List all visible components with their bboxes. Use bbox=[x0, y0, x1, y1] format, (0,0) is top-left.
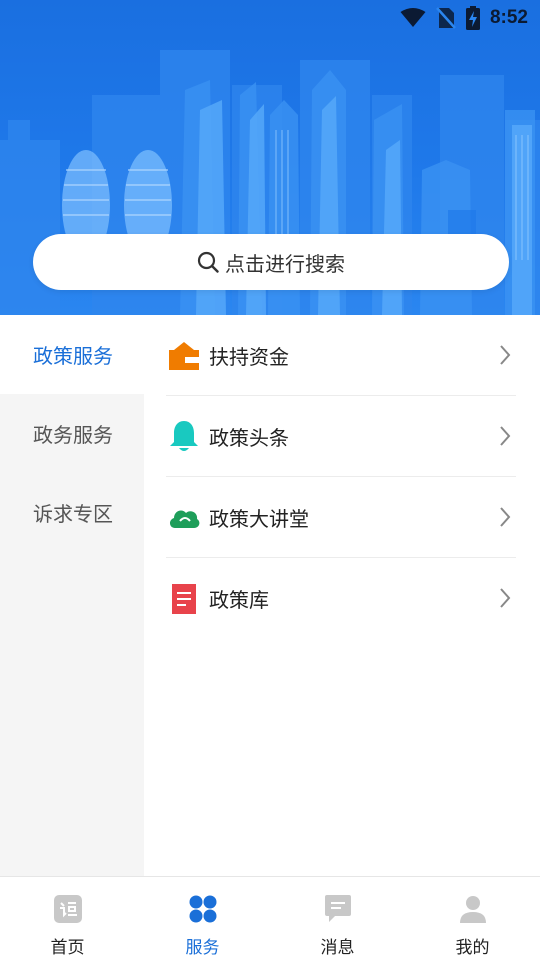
nav-label: 消息 bbox=[320, 938, 355, 958]
clock-time: 8:52 bbox=[489, 7, 528, 28]
nav-label: 服务 bbox=[185, 938, 220, 958]
search-bar[interactable]: 点击进行搜索 bbox=[33, 234, 509, 290]
bell-icon bbox=[166, 418, 202, 454]
chevron-right-icon bbox=[498, 505, 512, 529]
wifi-icon bbox=[400, 8, 426, 28]
hero-banner: 8:52 点击进行搜索 bbox=[0, 0, 540, 315]
profile-icon bbox=[457, 893, 489, 925]
menu-item-label: 政策头条 bbox=[209, 425, 289, 450]
menu-item-label: 政策库 bbox=[209, 588, 269, 612]
sidebar-item-label: 政务服务 bbox=[33, 423, 113, 447]
cloud-icon bbox=[166, 499, 202, 535]
sidebar-item-label: 诉求专区 bbox=[33, 502, 113, 526]
sidebar-item-policy-services[interactable]: 政策服务 bbox=[0, 315, 144, 394]
nav-tab-messages[interactable]: 消息 bbox=[270, 877, 405, 960]
sidebar-item-appeals[interactable]: 诉求专区 bbox=[0, 473, 144, 552]
menu-item-label: 扶持资金 bbox=[209, 344, 289, 369]
menu-item-policy-headlines[interactable]: 政策头条 bbox=[166, 396, 516, 477]
home-icon bbox=[52, 893, 84, 925]
service-menu-list: 扶持资金 政策头条 政策大讲堂 政策库 bbox=[166, 315, 516, 639]
menu-item-policy-lecture-hall[interactable]: 政策大讲堂 bbox=[166, 477, 516, 558]
search-icon bbox=[197, 251, 219, 273]
menu-item-policy-library[interactable]: 政策库 bbox=[166, 558, 516, 639]
chevron-right-icon bbox=[498, 424, 512, 448]
nav-label: 我的 bbox=[455, 938, 490, 958]
sidebar-item-label: 政策服务 bbox=[33, 344, 113, 368]
wallet-icon bbox=[166, 337, 202, 373]
nav-tab-profile[interactable]: 我的 bbox=[405, 877, 540, 960]
bottom-navigation: 首页 服务 消息 我的 bbox=[0, 876, 540, 960]
message-icon bbox=[322, 893, 354, 925]
services-grid-icon bbox=[187, 893, 219, 925]
menu-item-label: 政策大讲堂 bbox=[209, 506, 309, 531]
battery-charging-icon bbox=[465, 6, 480, 30]
chevron-right-icon bbox=[498, 586, 512, 610]
category-sidebar: 政策服务 政务服务 诉求专区 bbox=[0, 315, 144, 876]
search-placeholder: 点击进行搜索 bbox=[225, 251, 345, 276]
status-bar: 8:52 bbox=[0, 0, 540, 36]
nav-label: 首页 bbox=[50, 938, 85, 958]
no-sim-icon bbox=[436, 7, 456, 29]
sidebar-item-government-services[interactable]: 政务服务 bbox=[0, 394, 144, 473]
chevron-right-icon bbox=[498, 343, 512, 367]
nav-tab-services[interactable]: 服务 bbox=[135, 877, 270, 960]
nav-tab-home[interactable]: 首页 bbox=[0, 877, 135, 960]
menu-item-support-funds[interactable]: 扶持资金 bbox=[166, 315, 516, 396]
document-icon bbox=[166, 581, 202, 617]
